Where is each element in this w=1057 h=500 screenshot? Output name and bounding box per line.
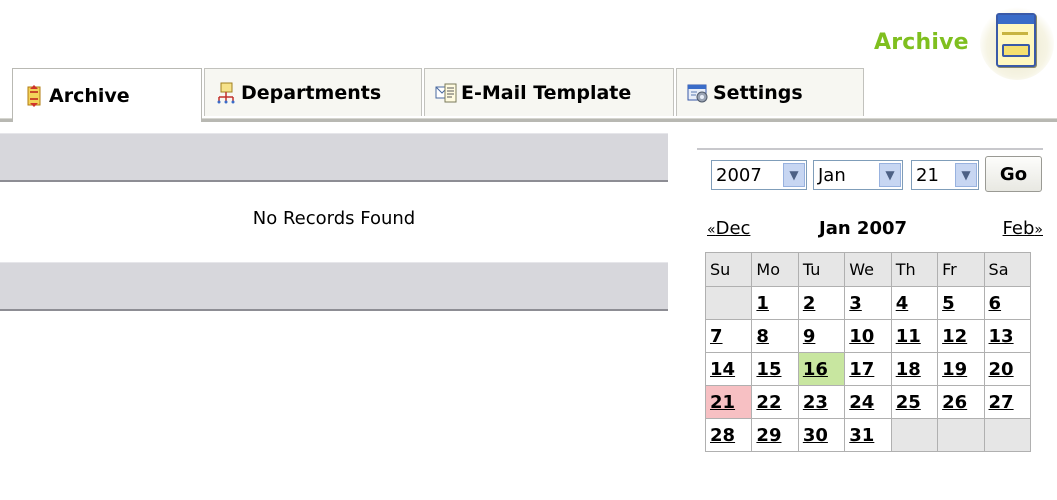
day-cell[interactable]: 31 (844, 418, 892, 452)
day-cell[interactable]: 15 (751, 352, 799, 386)
day-cell[interactable]: 12 (937, 319, 985, 353)
day-cell[interactable]: 5 (937, 286, 985, 320)
day-cell[interactable]: 30 (797, 418, 846, 452)
day-cell[interactable]: 8 (751, 319, 799, 353)
calendar-week-row: 14 15 16 17 18 19 20 (704, 352, 1032, 386)
day-cell[interactable]: 16 (797, 352, 846, 386)
weekday-header: Mo (751, 252, 799, 287)
calendar-week-row: 7 8 9 10 11 12 13 (704, 319, 1032, 353)
year-select[interactable]: 2007 ▼ (711, 160, 807, 190)
day-cell[interactable]: 17 (844, 352, 892, 386)
day-cell[interactable]: 25 (890, 385, 939, 419)
day-cell[interactable]: 4 (890, 286, 939, 320)
day-cell[interactable]: 6 (983, 286, 1032, 320)
next-month-link[interactable]: Feb» (1003, 218, 1043, 239)
next-month-label: Feb (1002, 218, 1035, 239)
chevron-down-icon[interactable]: ▼ (955, 163, 977, 187)
tab-email-template[interactable]: E-Mail Template (424, 68, 674, 116)
tab-departments-label: Departments (241, 81, 382, 104)
calendar-grid: Su Mo Tu We Th Fr Sa 1 2 3 4 5 6 7 8 9 1… (704, 252, 1032, 452)
calendar-week-row: 28 29 30 31 (704, 418, 1032, 452)
day-cell[interactable]: 7 (704, 319, 753, 353)
prev-month-link[interactable]: «Dec (707, 218, 750, 239)
day-cell[interactable]: 21 (704, 385, 753, 419)
weekday-header: Sa (983, 252, 1032, 287)
day-cell[interactable]: 23 (797, 385, 846, 419)
day-cell[interactable]: 19 (937, 352, 985, 386)
month-select[interactable]: Jan ▼ (813, 160, 903, 190)
day-cell[interactable]: 27 (983, 385, 1032, 419)
tab-archive-label: Archive (49, 84, 130, 107)
prev-month-label: Dec (715, 218, 751, 239)
month-select-value: Jan (818, 164, 846, 186)
chevron-down-icon[interactable]: ▼ (879, 163, 901, 187)
day-cell[interactable]: 24 (844, 385, 892, 419)
day-cell[interactable]: 2 (797, 286, 846, 320)
empty-message: No Records Found (252, 208, 416, 229)
day-cell (983, 418, 1032, 452)
calendar-nav: «Dec Jan 2007 Feb» (707, 218, 1043, 242)
departments-icon (215, 82, 237, 104)
tab-departments[interactable]: Departments (204, 68, 422, 116)
day-cell[interactable]: 3 (844, 286, 892, 320)
tab-archive[interactable]: Archive (12, 68, 202, 122)
day-cell[interactable]: 28 (704, 418, 753, 452)
calendar-week-row: 1 2 3 4 5 6 (704, 286, 1032, 320)
tab-settings-label: Settings (713, 81, 803, 104)
year-select-value: 2007 (716, 164, 762, 186)
day-cell[interactable]: 9 (797, 319, 846, 353)
go-button[interactable]: Go (985, 156, 1042, 192)
weekday-header: Fr (937, 252, 985, 287)
results-footer-bar (0, 262, 668, 311)
day-cell[interactable]: 26 (937, 385, 985, 419)
tab-settings[interactable]: Settings (676, 68, 864, 116)
day-cell[interactable]: 18 (890, 352, 939, 386)
day-select[interactable]: 21 ▼ (911, 160, 979, 190)
prev-arrow: « (707, 222, 716, 238)
day-cell[interactable]: 11 (890, 319, 939, 353)
day-cell[interactable]: 20 (983, 352, 1032, 386)
archive-tab-icon (23, 84, 45, 107)
settings-icon (687, 82, 709, 104)
day-cell[interactable]: 14 (704, 352, 753, 386)
calendar-top-divider (697, 148, 1043, 150)
weekday-header: Th (890, 252, 939, 287)
weekday-header: We (844, 252, 892, 287)
day-cell[interactable]: 1 (751, 286, 799, 320)
day-cell[interactable]: 10 (844, 319, 892, 353)
day-cell[interactable]: 29 (751, 418, 799, 452)
tab-email-template-label: E-Mail Template (461, 81, 632, 104)
weekday-header: Tu (797, 252, 846, 287)
day-cell (890, 418, 939, 452)
next-arrow: » (1034, 222, 1043, 238)
archive-page-title: Archive (874, 30, 969, 55)
email-template-icon (435, 82, 457, 104)
day-cell (704, 286, 753, 320)
day-cell[interactable]: 13 (983, 319, 1032, 353)
chevron-down-icon[interactable]: ▼ (783, 163, 805, 187)
day-cell[interactable]: 22 (751, 385, 799, 419)
day-cell (937, 418, 985, 452)
weekday-header-row: Su Mo Tu We Th Fr Sa (704, 252, 1032, 287)
day-select-value: 21 (916, 164, 939, 186)
archive-icon (978, 4, 1056, 84)
results-header-bar (0, 133, 668, 182)
calendar-week-row: 21 22 23 24 25 26 27 (704, 385, 1032, 419)
current-month-label: Jan 2007 (819, 218, 908, 239)
weekday-header: Su (704, 252, 753, 287)
